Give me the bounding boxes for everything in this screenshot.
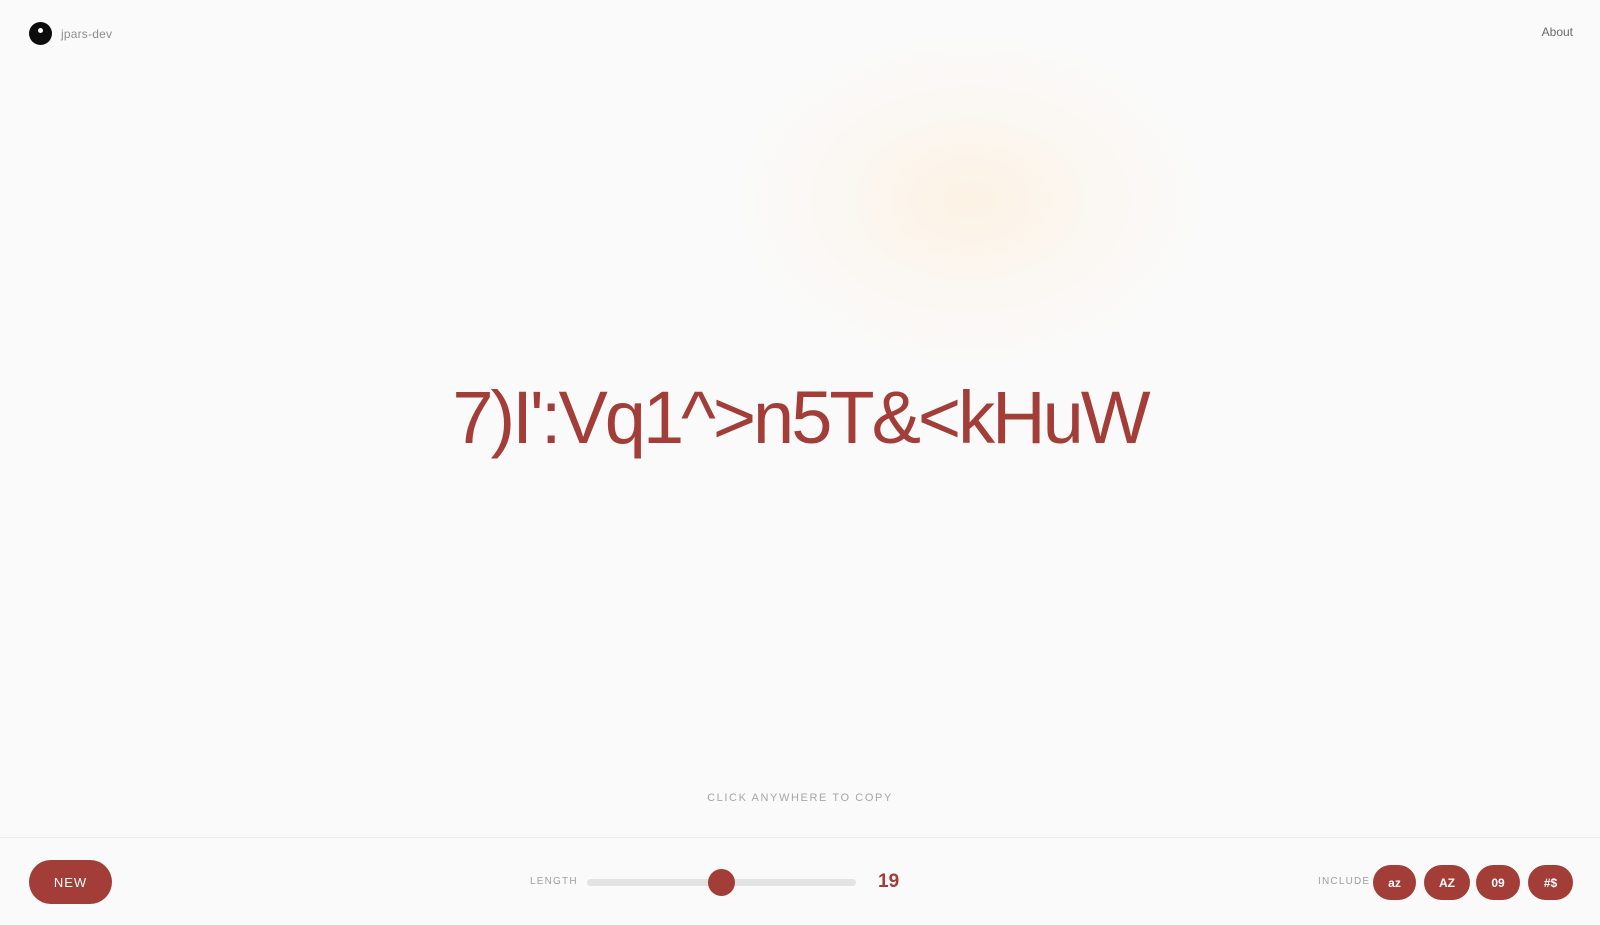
footer-divider [0, 837, 1600, 838]
brand-link[interactable]: jpars-dev [29, 22, 112, 45]
brand-name: jpars-dev [61, 26, 113, 41]
include-lowercase-toggle[interactable]: az [1373, 865, 1416, 900]
length-label: LENGTH [530, 876, 578, 887]
length-slider-thumb[interactable] [708, 869, 735, 896]
about-link[interactable]: About [1542, 25, 1573, 39]
generated-password[interactable]: 7)I':Vq1^>n5T&<kHuW [0, 373, 1600, 463]
length-value: 19 [878, 871, 900, 892]
include-symbols-toggle[interactable]: #$ [1528, 865, 1573, 900]
background-glow [730, 30, 1210, 370]
include-numbers-toggle[interactable]: 09 [1476, 865, 1520, 900]
top-bar: jpars-dev About [0, 0, 1600, 66]
include-label: INCLUDE [1318, 876, 1371, 887]
copy-hint: CLICK ANYWHERE TO COPY [707, 792, 893, 804]
include-uppercase-toggle[interactable]: AZ [1424, 865, 1470, 900]
length-slider-fill [587, 879, 722, 886]
logo-icon [29, 22, 52, 45]
new-password-button[interactable]: NEW [29, 860, 112, 904]
length-slider[interactable] [587, 869, 856, 896]
